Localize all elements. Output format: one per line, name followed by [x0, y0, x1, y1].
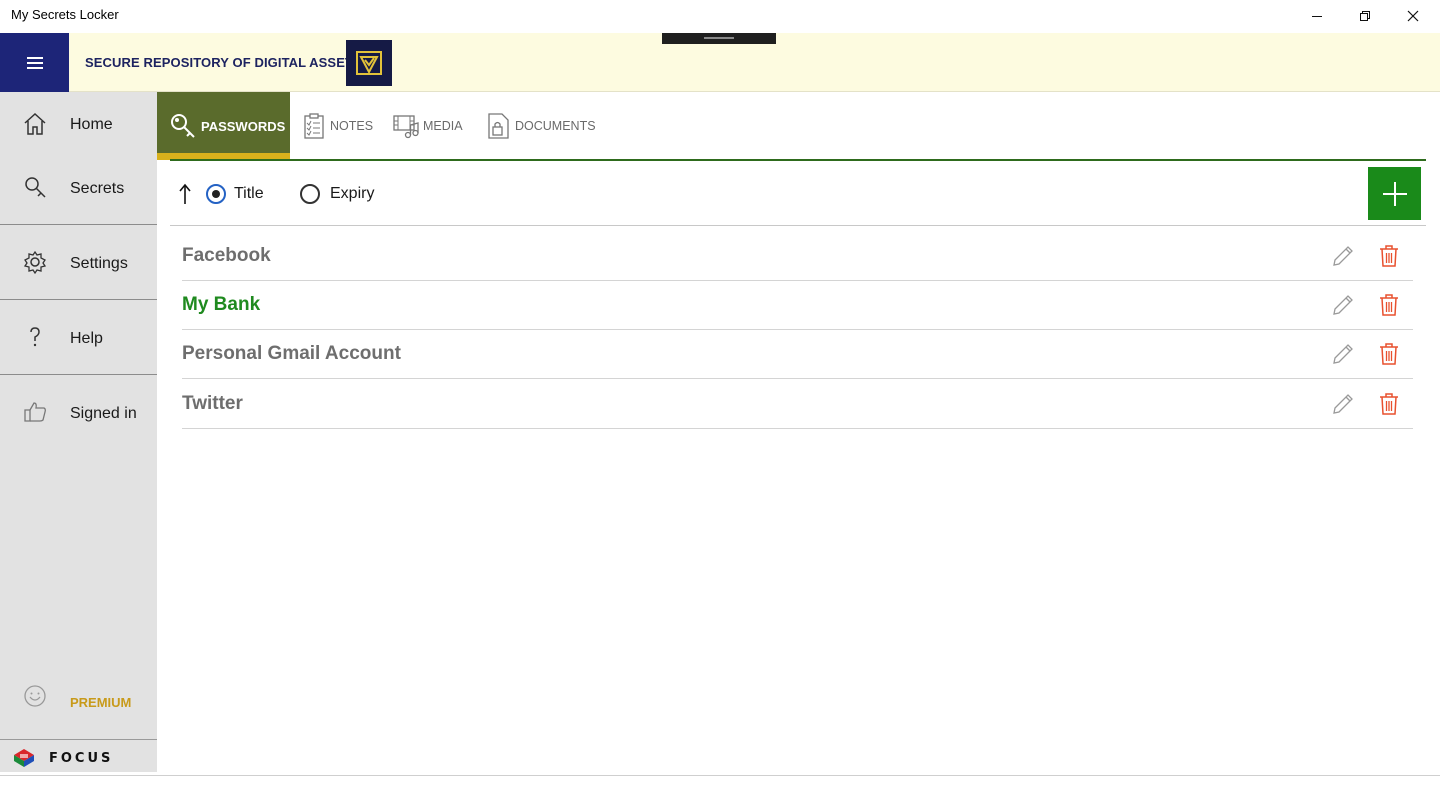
entry-title: Personal Gmail Account — [182, 343, 401, 364]
sidebar-item-help[interactable]: Help — [0, 310, 157, 370]
entry-title: My Bank — [182, 294, 261, 315]
sort-expiry-label: Expiry — [330, 185, 375, 202]
document-lock-icon — [488, 113, 509, 139]
sidebar-item-label: Help — [70, 330, 103, 347]
restore-icon — [1360, 11, 1370, 21]
menu-button[interactable] — [0, 33, 69, 92]
trash-icon[interactable] — [1379, 342, 1399, 366]
sidebar-item-label: Signed in — [70, 405, 137, 422]
tab-media[interactable]: MEDIA — [393, 92, 473, 160]
sidebar-item-secrets[interactable]: Secrets — [0, 160, 157, 220]
sidebar-item-label: Settings — [70, 255, 128, 272]
window-title: My Secrets Locker — [11, 7, 119, 22]
minimize-icon — [1312, 16, 1322, 17]
trash-icon[interactable] — [1379, 293, 1399, 317]
question-icon — [30, 327, 40, 347]
film-music-icon — [393, 115, 419, 139]
sidebar-item-signed-in[interactable]: Signed in — [0, 385, 157, 445]
premium-label: PREMIUM — [70, 695, 132, 710]
trash-icon[interactable] — [1379, 244, 1399, 268]
pencil-icon[interactable] — [1331, 342, 1355, 366]
tab-label: NOTES — [330, 119, 374, 133]
gear-icon — [23, 250, 47, 275]
sidebar-divider — [0, 374, 157, 375]
hamburger-icon — [26, 56, 43, 69]
premium-badge[interactable]: PREMIUM — [0, 677, 157, 727]
add-entry-button[interactable] — [1368, 167, 1421, 220]
drag-handle[interactable] — [662, 33, 776, 44]
sidebar-divider — [0, 224, 157, 225]
sidebar-item-home[interactable]: Home — [0, 97, 157, 157]
pencil-icon[interactable] — [1331, 244, 1355, 268]
key-icon — [25, 177, 46, 198]
brand-label: FOCUS — [49, 751, 113, 766]
sort-expiry-radio[interactable] — [300, 184, 320, 204]
app-header: SECURE REPOSITORY OF DIGITAL ASSETS — [0, 33, 1440, 92]
sort-bar: Title Expiry — [170, 161, 1426, 226]
app-logo — [346, 40, 392, 86]
focus-logo: FOCUS — [14, 749, 113, 767]
list-item[interactable]: Twitter — [182, 380, 1413, 429]
trash-icon[interactable] — [1379, 392, 1399, 416]
sort-title-label: Title — [234, 185, 264, 202]
sidebar-item-label: Home — [70, 116, 113, 133]
bottom-divider — [0, 775, 1440, 776]
app-tagline: SECURE REPOSITORY OF DIGITAL ASSETS — [85, 55, 362, 70]
close-icon — [1407, 10, 1419, 22]
list-item[interactable]: My Bank — [182, 281, 1413, 330]
entry-title: Facebook — [182, 245, 271, 266]
sort-title-radio[interactable] — [206, 184, 226, 204]
title-bar: My Secrets Locker — [0, 0, 1440, 33]
plus-icon — [1382, 181, 1407, 206]
sidebar-divider — [0, 299, 157, 300]
key-icon — [171, 114, 195, 138]
checklist-icon — [304, 113, 324, 139]
list-item[interactable]: Personal Gmail Account — [182, 330, 1413, 379]
sidebar-item-settings[interactable]: Settings — [0, 235, 157, 295]
minimize-button[interactable] — [1294, 0, 1340, 32]
arrow-up-icon[interactable] — [178, 183, 192, 205]
tab-label: MEDIA — [423, 119, 463, 133]
restore-button[interactable] — [1342, 0, 1388, 32]
entry-title: Twitter — [182, 393, 243, 414]
tab-label: DOCUMENTS — [515, 119, 596, 133]
tab-notes[interactable]: NOTES — [303, 92, 383, 160]
tab-passwords[interactable]: PASSWORDS — [157, 92, 290, 160]
tab-documents[interactable]: DOCUMENTS — [487, 92, 597, 160]
thumbs-up-icon — [24, 402, 46, 422]
focus-brand: FOCUS — [0, 739, 157, 773]
tab-label: PASSWORDS — [201, 118, 286, 134]
pencil-icon[interactable] — [1331, 392, 1355, 416]
shield-check-logo — [356, 51, 382, 75]
home-icon — [24, 112, 46, 135]
list-item[interactable]: Facebook — [182, 232, 1413, 281]
tab-bar: PASSWORDS NOTES MEDIA DOCUMENTS — [157, 92, 1426, 160]
pencil-icon[interactable] — [1331, 293, 1355, 317]
close-button[interactable] — [1390, 0, 1436, 32]
sidebar-item-label: Secrets — [70, 180, 125, 197]
sidebar: Home Secrets Settings Help Signed in PRE… — [0, 92, 157, 772]
smiley-icon — [24, 685, 46, 707]
